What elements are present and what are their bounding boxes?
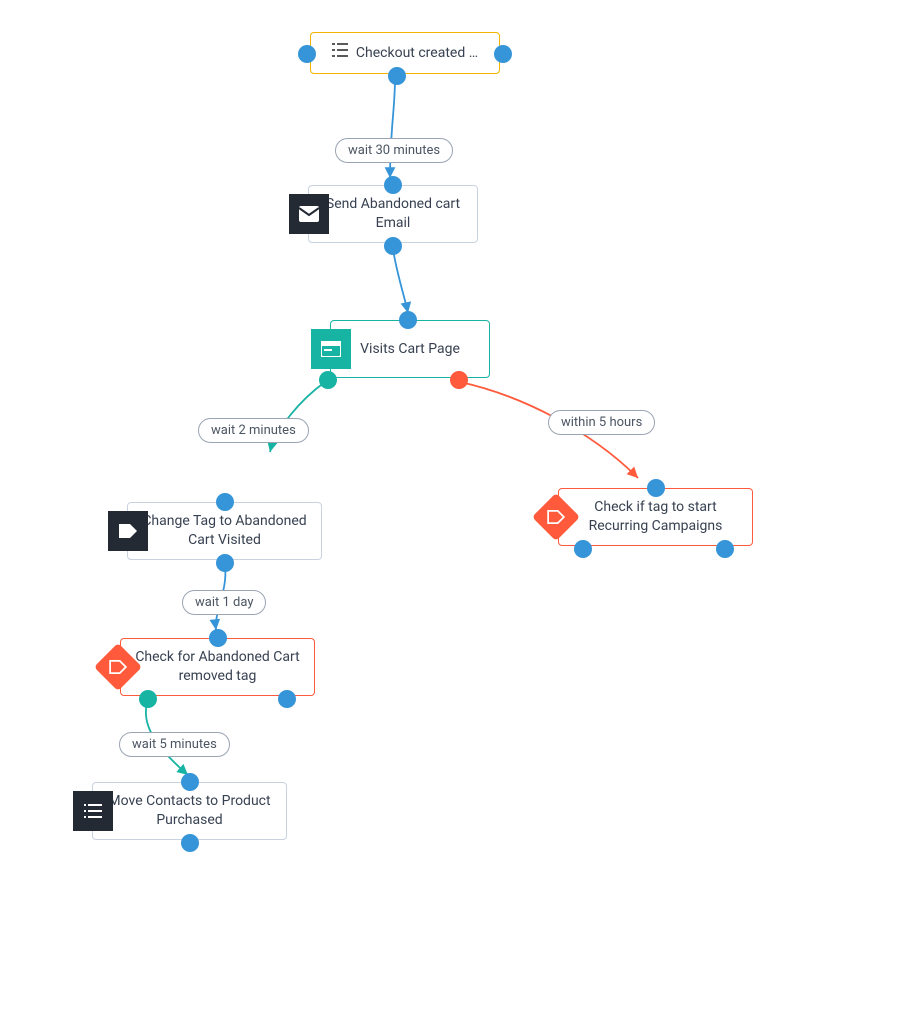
pill-label: wait 5 minutes bbox=[132, 737, 217, 752]
pill-label: wait 30 minutes bbox=[348, 143, 440, 158]
action-node-change-tag[interactable]: Change Tag to Abandoned Cart Visited bbox=[127, 502, 322, 560]
condition-node-check-recurring[interactable]: Check if tag to start Recurring Campaign… bbox=[558, 488, 753, 546]
decision-label: Visits Cart Page bbox=[360, 340, 460, 359]
action-label: Change Tag to Abandoned Cart Visited bbox=[140, 512, 309, 550]
condition-label: Check if tag to start Recurring Campaign… bbox=[571, 498, 740, 536]
tag-outline-icon bbox=[94, 643, 142, 691]
action-label: Send Abandoned cart Email bbox=[321, 195, 465, 233]
pill-label: within 5 hours bbox=[561, 415, 642, 430]
list-icon bbox=[73, 791, 113, 831]
wait-pill-2-minutes[interactable]: wait 2 minutes bbox=[198, 418, 309, 443]
wait-pill-5-minutes[interactable]: wait 5 minutes bbox=[119, 732, 230, 757]
tag-outline-icon bbox=[532, 493, 580, 541]
wait-pill-30-minutes[interactable]: wait 30 minutes bbox=[335, 138, 453, 163]
trigger-node-checkout-created[interactable]: Checkout created … bbox=[310, 32, 500, 74]
pill-label: wait 2 minutes bbox=[211, 423, 296, 438]
condition-node-check-removed-tag[interactable]: Check for Abandoned Cart removed tag bbox=[120, 638, 315, 696]
wait-pill-within-5-hours[interactable]: within 5 hours bbox=[548, 410, 655, 435]
decision-node-visits-cart-page[interactable]: Visits Cart Page bbox=[330, 320, 490, 378]
page-icon bbox=[311, 329, 351, 369]
action-label: Move Contacts to Product Purchased bbox=[105, 792, 274, 830]
list-icon bbox=[332, 43, 348, 63]
trigger-label: Checkout created … bbox=[356, 44, 478, 63]
pill-label: wait 1 day bbox=[195, 595, 253, 610]
action-node-send-abandoned-email[interactable]: Send Abandoned cart Email bbox=[308, 185, 478, 243]
tag-icon bbox=[108, 511, 148, 551]
mail-icon bbox=[289, 194, 329, 234]
wait-pill-1-day[interactable]: wait 1 day bbox=[182, 590, 266, 615]
condition-label: Check for Abandoned Cart removed tag bbox=[133, 648, 302, 686]
action-node-move-contacts[interactable]: Move Contacts to Product Purchased bbox=[92, 782, 287, 840]
